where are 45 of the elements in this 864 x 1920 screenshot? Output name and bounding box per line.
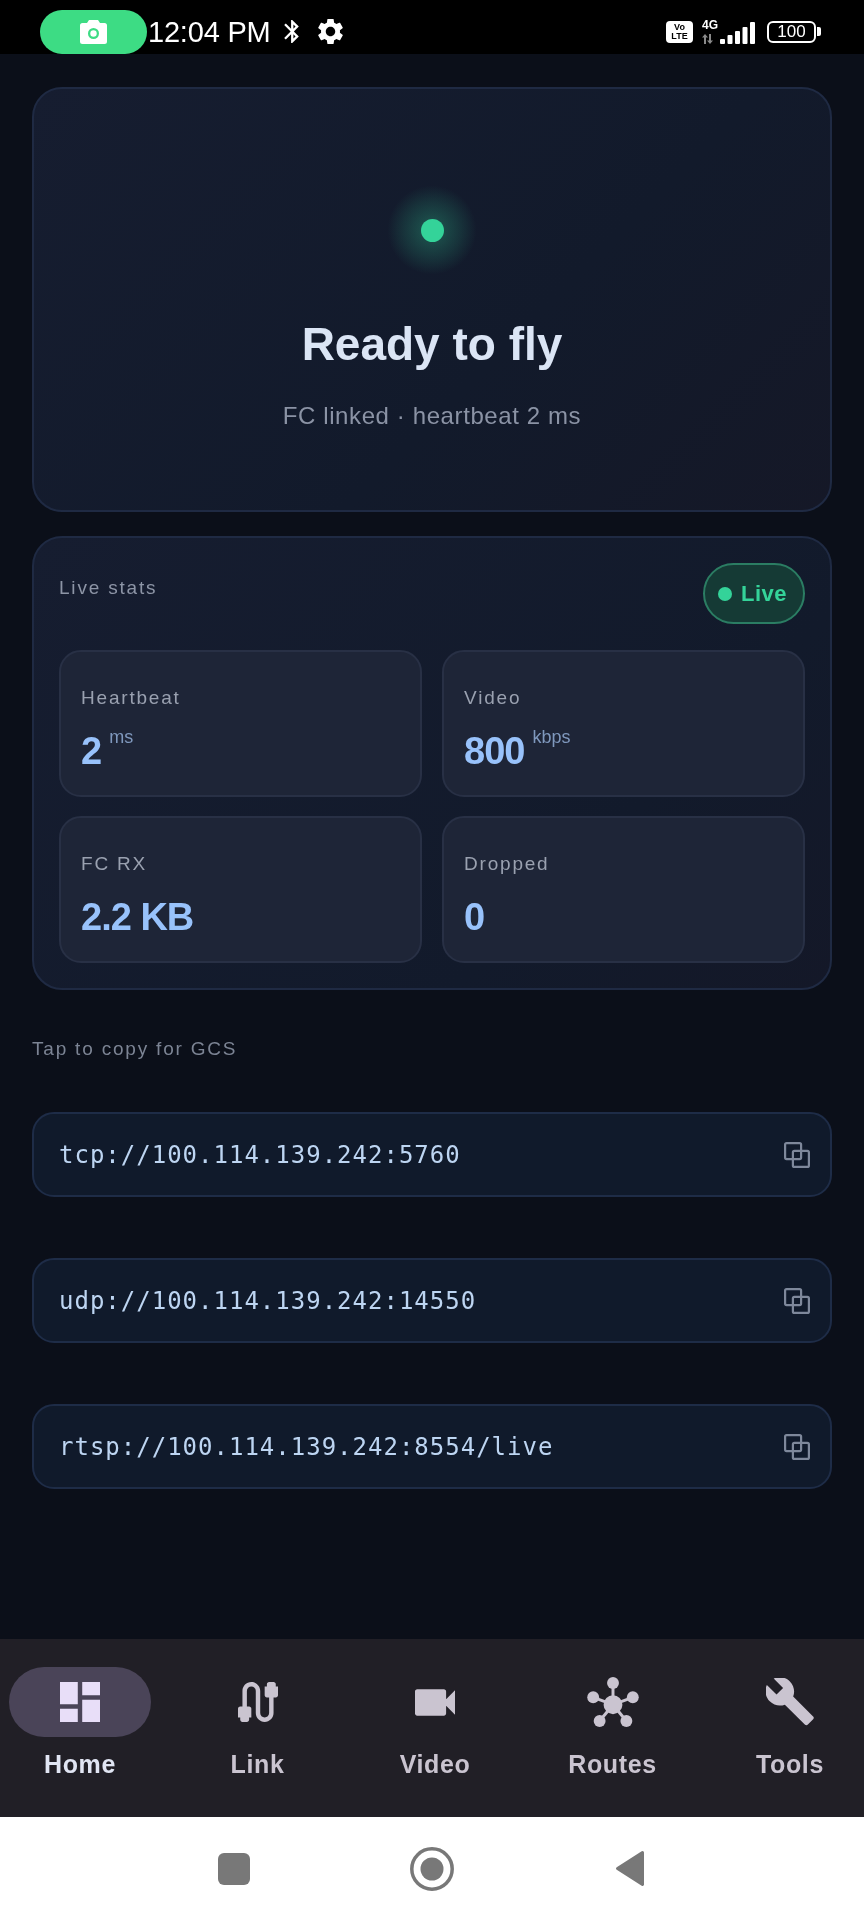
settings-icon	[317, 19, 343, 44]
hub-icon	[586, 1677, 639, 1727]
privacy-indicator[interactable]	[40, 9, 147, 54]
cable-icon	[237, 1682, 278, 1722]
status-subtitle: FC linked · heartbeat 2 ms	[282, 401, 582, 431]
section-title: Live stats	[59, 576, 158, 600]
endpoint-copy-button[interactable]: tcp://100.114.139.242:5760	[32, 1112, 832, 1197]
bluetooth-icon	[283, 20, 299, 43]
status-title: Ready to fly	[301, 317, 563, 372]
nav-tab[interactable]: Link	[186, 1667, 329, 1779]
data-activity-icon	[702, 34, 713, 44]
nav-tab[interactable]: Video	[364, 1667, 506, 1779]
clock-time: 12:04 PM	[148, 14, 271, 49]
stat-label: Dropped	[464, 852, 550, 876]
camera-icon	[80, 19, 107, 44]
stat-value: 2	[81, 729, 102, 774]
home-icon[interactable]	[410, 1846, 454, 1891]
network-type-label: 4G	[702, 19, 718, 31]
dashboard-icon	[60, 1682, 100, 1722]
nav-tab[interactable]: Home	[9, 1667, 151, 1779]
battery-indicator: 100	[767, 20, 821, 43]
recents-icon[interactable]	[218, 1852, 250, 1885]
stat-value: 800	[464, 729, 525, 774]
section-hint: Tap to copy for GCS	[32, 1037, 238, 1061]
wrench-icon	[766, 1678, 814, 1726]
stat-label: FC RX	[81, 852, 147, 876]
endpoint-copy-button[interactable]: udp://100.114.139.242:14550	[32, 1258, 832, 1343]
stat-unit: kbps	[532, 727, 571, 747]
live-label: Live	[740, 580, 787, 607]
volte-badge: Vo LTE	[666, 20, 693, 43]
copy-icon	[784, 1141, 810, 1168]
nav-tab[interactable]: Tools	[719, 1667, 861, 1779]
stat-label: Heartbeat	[81, 686, 181, 710]
video-camera-icon	[415, 1688, 455, 1716]
stat-value: 2.2 KB	[81, 895, 194, 940]
copy-icon	[784, 1433, 810, 1460]
endpoint-copy-button[interactable]: rtsp://100.114.139.242:8554/live	[32, 1404, 832, 1489]
stat-unit: ms	[109, 727, 134, 747]
back-icon[interactable]	[615, 1850, 645, 1887]
stat-label: Video	[464, 686, 522, 710]
stat-value: 0	[464, 895, 485, 940]
copy-icon	[784, 1287, 810, 1314]
nav-tab[interactable]: Routes	[541, 1667, 684, 1779]
live-dot-icon	[717, 586, 732, 601]
signal-icon	[720, 22, 755, 44]
